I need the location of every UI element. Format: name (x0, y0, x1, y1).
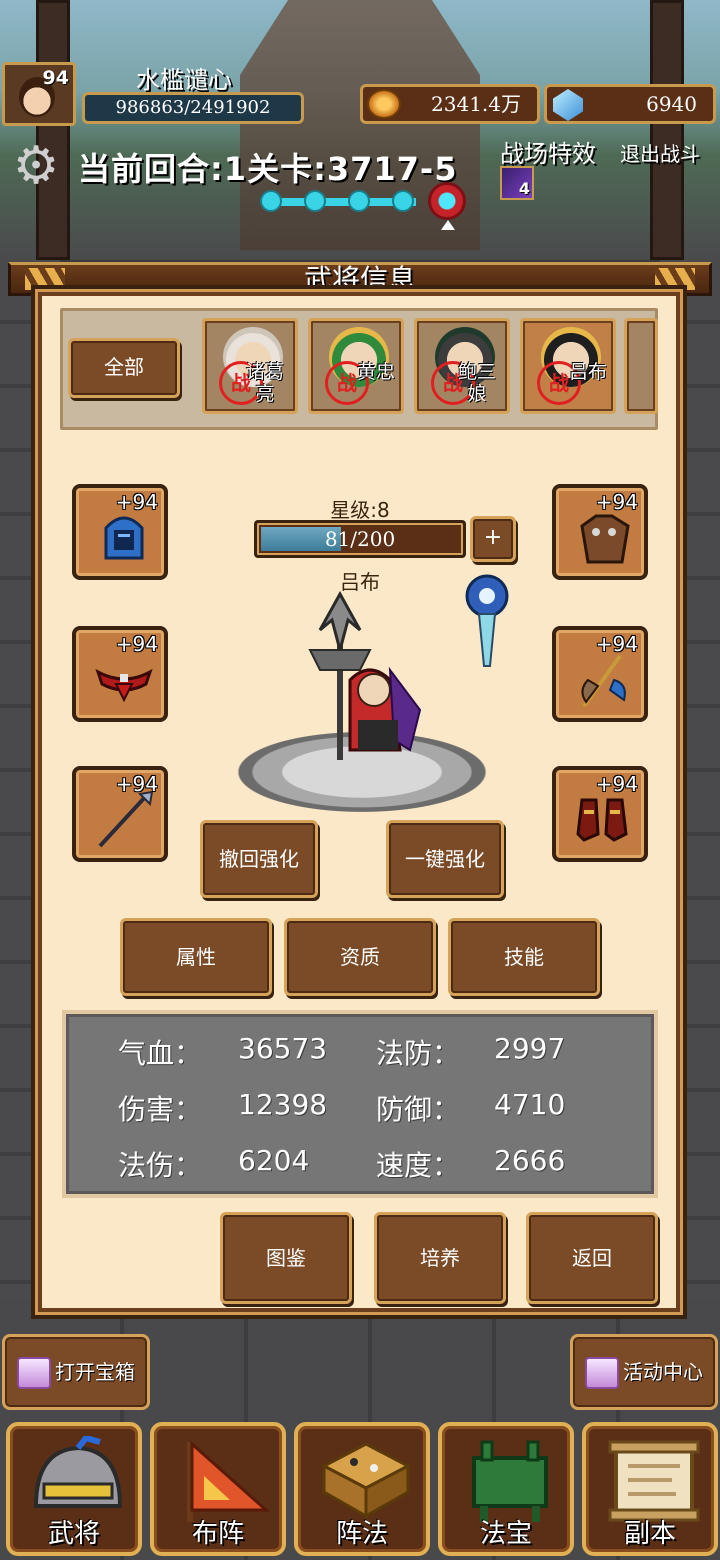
boss-skull-icon (428, 182, 466, 220)
equip-slot-weapon[interactable]: +94 (72, 766, 168, 862)
player-avatar[interactable]: 94 (2, 62, 76, 126)
gold-counter[interactable]: 2341.4万 (360, 84, 540, 124)
stat-label-defense: 防御： (376, 1093, 461, 1126)
nav-treasure-label: 法宝 (479, 1519, 532, 1549)
battle-effect-label[interactable]: 战场特效 (500, 134, 596, 169)
hero-card-zhuge-liang[interactable]: 战 诸葛亮 (202, 318, 298, 414)
filter-all-button[interactable]: 全部 (68, 338, 180, 398)
equip-slot-accessory[interactable]: +94 (552, 626, 648, 722)
stat-label-speed: 速度： (376, 1149, 461, 1182)
train-button[interactable]: 培养 (374, 1212, 506, 1304)
tab-skills[interactable]: 技能 (448, 918, 600, 996)
stat-label-magic-damage: 法伤： (118, 1149, 203, 1182)
axe-icon (581, 654, 626, 708)
hero-card-lu-bu[interactable]: 战 吕布 (520, 318, 616, 414)
star-progress-text: 81/200 (324, 527, 396, 551)
boots-icon (576, 798, 628, 842)
stat-value-magic-damage: 6204 (238, 1144, 310, 1177)
activity-center-label: 活动中心 (623, 1360, 703, 1384)
gear-icon[interactable]: ⚙ (10, 140, 62, 192)
battle-scene-background (0, 0, 720, 260)
nav-formation-label: 布阵 (191, 1519, 244, 1549)
battle-effect-badge[interactable]: 4 (500, 166, 534, 200)
nav-dungeon[interactable]: 副本 (582, 1422, 718, 1556)
stat-value-defense: 4710 (494, 1088, 566, 1121)
stat-value-hp: 36573 (238, 1032, 328, 1065)
enhance-level: +94 (595, 490, 638, 514)
round-stage-info: 当前回合:1关卡:3717-5 (78, 150, 458, 188)
hero-name: 鲍三娘 (457, 361, 496, 405)
codex-button[interactable]: 图鉴 (220, 1212, 352, 1304)
activity-center-button[interactable]: 活动中心 (570, 1334, 718, 1410)
equip-slot-belt[interactable]: +94 (72, 626, 168, 722)
gem-counter[interactable]: 6940 (544, 84, 716, 124)
enhance-level: +94 (595, 772, 638, 796)
stat-value-magic-defense: 2997 (494, 1032, 566, 1065)
nav-hero[interactable]: 武将 (6, 1422, 142, 1556)
hero-card-bao-sanniang[interactable]: 战 鲍三娘 (414, 318, 510, 414)
hero-card-partial[interactable] (624, 318, 658, 414)
enhance-level: +94 (115, 490, 158, 514)
diamond-icon (553, 89, 583, 121)
exit-battle-button[interactable]: 退出战斗 (620, 138, 700, 167)
soul-weapon-icon[interactable] (462, 574, 512, 670)
tab-attributes[interactable]: 属性 (120, 918, 272, 996)
panel-header: 武将信息 (8, 262, 712, 296)
star-progress-bar: 81/200 (254, 520, 466, 558)
spear-icon (98, 790, 154, 848)
tab-aptitude[interactable]: 资质 (284, 918, 436, 996)
player-name: 水槛谴心 (136, 66, 232, 94)
enhance-level: +94 (595, 632, 638, 656)
stat-label-magic-defense: 法防： (376, 1037, 461, 1070)
enhance-level: +94 (115, 772, 158, 796)
stage-dot (304, 190, 326, 212)
nav-formation[interactable]: 布阵 (150, 1422, 286, 1556)
pillar-left (36, 0, 70, 260)
coin-icon (367, 89, 401, 119)
hero-name: 黄忠 (356, 361, 395, 383)
effect-count: 4 (518, 179, 530, 198)
stat-value-damage: 12398 (238, 1088, 328, 1121)
gold-amount: 2341.4万 (431, 92, 521, 116)
stage-dot (392, 190, 414, 212)
back-button[interactable]: 返回 (526, 1212, 658, 1304)
pillar-right (650, 0, 684, 260)
panel-title: 武将信息 (303, 263, 416, 296)
star-upgrade-button[interactable]: + (470, 516, 516, 562)
chest-icon (17, 1357, 51, 1389)
nav-array-label: 阵法 (335, 1519, 388, 1549)
revoke-enhance-button[interactable]: 撤回强化 (200, 820, 318, 898)
one-click-enhance-button[interactable]: 一键强化 (386, 820, 504, 898)
stage-dot (260, 190, 282, 212)
enhance-level: +94 (115, 632, 158, 656)
helmet-icon (104, 516, 144, 560)
belt-icon (95, 668, 153, 703)
header-ornament-right (655, 268, 695, 290)
nav-dungeon-label: 副本 (623, 1519, 676, 1549)
hero-card-huang-zhong[interactable]: 战 黄忠 (308, 318, 404, 414)
nav-hero-label: 武将 (47, 1519, 100, 1549)
gem-amount: 6940 (646, 92, 697, 116)
gift-icon (585, 1357, 619, 1389)
armor-icon (580, 514, 630, 564)
player-exp-bar: 986863/2491902 (82, 92, 304, 124)
equip-slot-boots[interactable]: +94 (552, 766, 648, 862)
hero-lu-bu-sprite (308, 590, 422, 760)
open-chest-button[interactable]: 打开宝箱 (2, 1334, 150, 1410)
player-level: 94 (42, 67, 69, 89)
stat-label-damage: 伤害： (118, 1093, 203, 1126)
hero-name: 吕布 (568, 361, 607, 383)
current-stage-marker-icon (441, 220, 455, 230)
nav-array[interactable]: 阵法 (294, 1422, 430, 1556)
hero-name: 诸葛亮 (245, 361, 284, 405)
stat-value-speed: 2666 (494, 1144, 566, 1177)
equip-slot-helmet[interactable]: +94 (72, 484, 168, 580)
nav-treasure[interactable]: 法宝 (438, 1422, 574, 1556)
star-level: 星级:8 (330, 498, 390, 522)
open-chest-label: 打开宝箱 (55, 1360, 135, 1384)
equip-slot-armor[interactable]: +94 (552, 484, 648, 580)
stage-dot (348, 190, 370, 212)
stat-label-hp: 气血： (118, 1037, 203, 1070)
